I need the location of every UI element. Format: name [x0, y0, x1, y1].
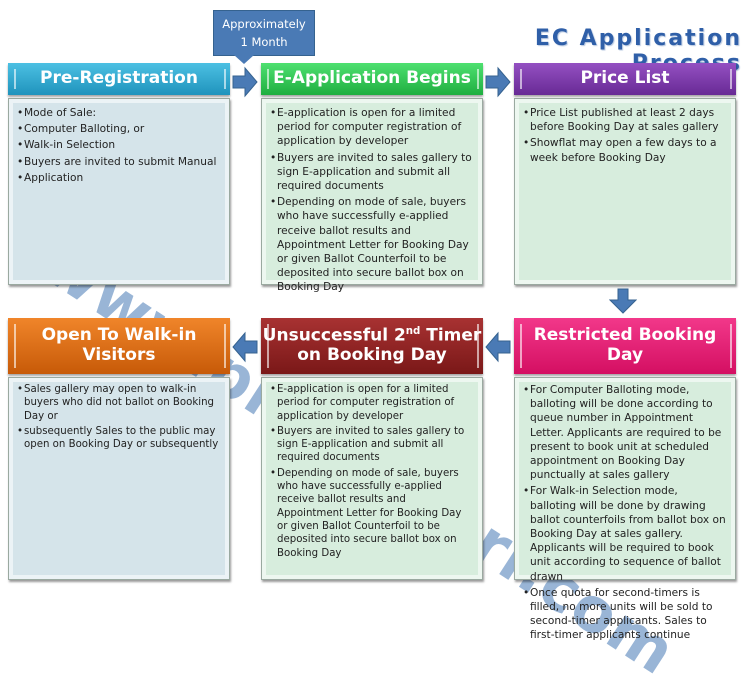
arrow-down-icon — [609, 288, 637, 314]
bullet: For Walk-in Selection mode, balloting wi… — [523, 484, 727, 583]
step-restricted-booking: Restricted Booking Day For Computer Ball… — [514, 318, 736, 641]
step-header: Open To Walk-in Visitors — [8, 318, 230, 374]
step-e-application: E-Application Begins E-application is op… — [261, 63, 483, 293]
step-body: E-application is open for a limited peri… — [261, 98, 483, 293]
step-header: Unsuccessful 2nd Timer on Booking Day — [261, 318, 483, 374]
step-header: Restricted Booking Day — [514, 318, 736, 374]
step-body: Price List published at least 2 days bef… — [514, 98, 736, 285]
bullet: Depending on mode of sale, buyers who ha… — [270, 467, 474, 560]
arrow-right-icon — [232, 66, 258, 98]
step-price-list: Price List Price List published at least… — [514, 63, 736, 285]
arrow-left-icon — [232, 331, 258, 363]
step-title: Pre-Registration — [40, 68, 198, 89]
step-title: E-Application Begins — [273, 68, 471, 89]
bullet: E-application is open for a limited peri… — [270, 383, 474, 423]
step-pre-registration: Pre-Registration Mode of Sale: Computer … — [8, 63, 230, 285]
step-title-line-2: Visitors — [82, 345, 156, 365]
step-header: E-Application Begins — [261, 63, 483, 95]
bullet: Price List published at least 2 days bef… — [523, 106, 727, 134]
bullet: Buyers are invited to sales gallery to s… — [270, 425, 474, 465]
callout-line-2: 1 Month — [240, 35, 288, 49]
bullet: Sales gallery may open to walk-in buyers… — [17, 383, 221, 423]
bullet: Buyers are invited to sales gallery to s… — [270, 151, 474, 194]
bullet: E-application is open for a limited peri… — [270, 106, 474, 149]
bullet: subsequently Sales to the public may ope… — [17, 425, 221, 452]
step-title-line-1: Open To Walk-in — [41, 325, 197, 346]
step-header: Price List — [514, 63, 736, 95]
step-unsuccessful-2nd-timer: Unsuccessful 2nd Timer on Booking Day E-… — [261, 318, 483, 580]
step-title-line-1: Unsuccessful 2nd Timer — [262, 325, 482, 346]
step-body: Sales gallery may open to walk-in buyers… — [8, 377, 230, 580]
bullet: Walk-in Selection — [17, 138, 221, 152]
step-body: For Computer Balloting mode, balloting w… — [514, 377, 736, 641]
bullet: Showflat may open a few days to a week b… — [523, 136, 727, 164]
bullet: Mode of Sale: — [17, 106, 221, 120]
callout-tail — [234, 55, 254, 64]
step-open-walk-in: Open To Walk-in Visitors Sales gallery m… — [8, 318, 230, 580]
bullet: For Computer Balloting mode, balloting w… — [523, 383, 727, 482]
arrow-left-icon — [485, 331, 511, 363]
step-body: Mode of Sale: Computer Balloting, or Wal… — [8, 98, 230, 285]
step-title: Price List — [580, 68, 670, 89]
arrow-right-icon — [485, 66, 511, 98]
bullet: Buyers are invited to submit Manual — [17, 155, 221, 169]
bullet: Depending on mode of sale, buyers who ha… — [270, 195, 474, 294]
step-title: Restricted Booking Day — [533, 325, 717, 365]
step-header: Pre-Registration — [8, 63, 230, 95]
step-body: E-application is open for a limited peri… — [261, 377, 483, 580]
bullet: Application — [17, 171, 221, 185]
duration-callout: Approximately 1 Month — [213, 10, 315, 64]
step-title-line-2: on Booking Day — [297, 345, 447, 366]
bullet: Once quota for second-timers is filled, … — [523, 586, 727, 643]
callout-line-1: Approximately — [222, 17, 306, 31]
bullet: Computer Balloting, or — [17, 122, 221, 136]
